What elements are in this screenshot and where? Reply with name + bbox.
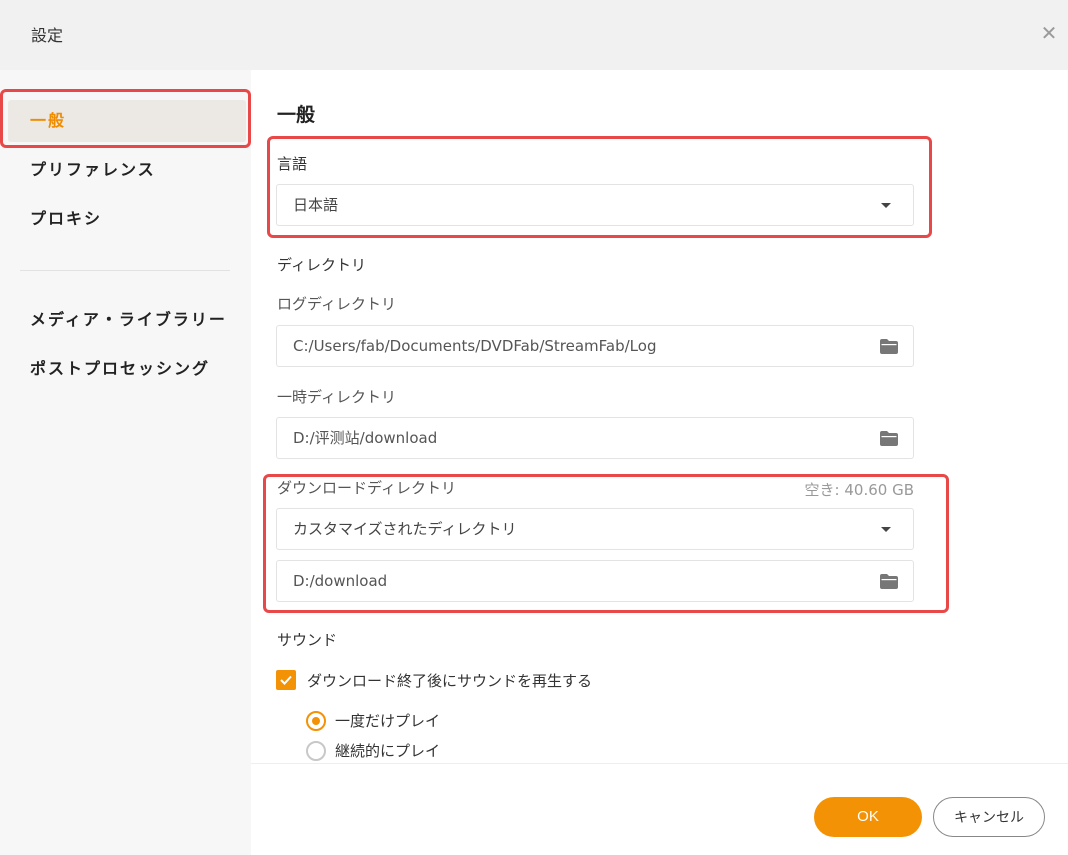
chevron-down-icon	[881, 527, 891, 532]
sidebar-divider	[20, 270, 230, 271]
chevron-down-icon	[881, 203, 891, 208]
download-directory-field[interactable]: D:/download	[276, 560, 914, 602]
window-title: 設定	[31, 26, 64, 45]
temp-directory-field[interactable]: D:/评测站/download	[276, 417, 914, 459]
free-space-text: 空き: 40.60 GB	[804, 481, 914, 499]
log-directory-label: ログディレクトリ	[277, 295, 396, 313]
language-label: 言語	[277, 155, 308, 173]
language-value: 日本語	[293, 196, 339, 214]
download-directory-label: ダウンロードディレクトリ	[277, 479, 456, 497]
footer: OK キャンセル	[251, 764, 1068, 855]
log-directory-field[interactable]: C:/Users/fab/Documents/DVDFab/StreamFab/…	[276, 325, 914, 367]
log-directory-value: C:/Users/fab/Documents/DVDFab/StreamFab/…	[293, 337, 657, 355]
download-directory-mode-dropdown[interactable]: カスタマイズされたディレクトリ	[276, 508, 914, 550]
check-icon	[280, 675, 292, 685]
temp-directory-value: D:/评测站/download	[293, 429, 438, 447]
folder-icon[interactable]	[880, 431, 898, 446]
page-title: 一般	[277, 104, 316, 126]
folder-icon[interactable]	[880, 339, 898, 354]
cancel-button[interactable]: キャンセル	[933, 797, 1045, 837]
sidebar-item-preferences[interactable]: プリファレンス	[8, 149, 246, 191]
sidebar-item-proxy[interactable]: プロキシ	[8, 198, 246, 240]
folder-icon[interactable]	[880, 574, 898, 589]
play-continuously-label: 継続的にプレイ	[335, 742, 441, 760]
main-panel: 一般 言語 日本語 ディレクトリ ログディレクトリ C:/Users/fab/D…	[251, 70, 1068, 855]
play-once-label: 一度だけプレイ	[335, 712, 441, 730]
play-continuously-radio[interactable]	[306, 741, 326, 761]
language-dropdown[interactable]: 日本語	[276, 184, 914, 226]
temp-directory-label: 一時ディレクトリ	[277, 388, 396, 406]
sidebar-item-post-processing[interactable]: ポストプロセッシング	[8, 348, 246, 390]
sidebar-item-media-library[interactable]: メディア・ライブラリー	[8, 299, 246, 341]
play-sound-label: ダウンロード終了後にサウンドを再生する	[307, 672, 593, 690]
title-bar: 設定 ✕	[0, 0, 1068, 70]
sidebar: 一般 プリファレンス プロキシ メディア・ライブラリー ポストプロセッシング	[0, 70, 251, 855]
download-directory-mode-value: カスタマイズされたディレクトリ	[293, 520, 517, 538]
ok-button[interactable]: OK	[814, 797, 922, 837]
download-directory-value: D:/download	[293, 572, 388, 590]
sidebar-item-general[interactable]: 一般	[8, 100, 246, 142]
play-sound-checkbox[interactable]	[276, 670, 296, 690]
directory-section-label: ディレクトリ	[277, 256, 366, 274]
close-icon[interactable]: ✕	[1038, 22, 1060, 44]
play-once-radio[interactable]	[306, 711, 326, 731]
sound-section-label: サウンド	[277, 631, 338, 649]
